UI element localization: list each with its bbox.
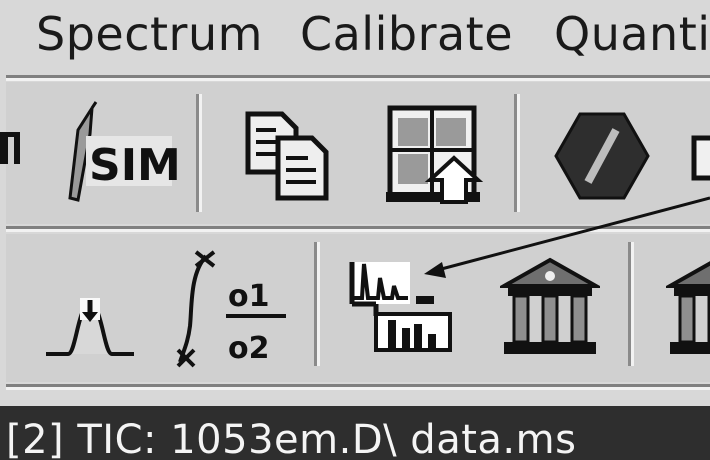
toolbar-top: SIM [0,82,710,224]
partial-icon[interactable] [0,122,30,182]
library-icon[interactable] [500,256,600,360]
stop-hexagon-icon[interactable] [552,108,652,204]
menu-spectrum[interactable]: Spectrum [36,8,263,60]
toolbar-divider [628,242,631,366]
toolbar-divider [514,94,517,212]
menu-bar: Spectrum Calibrate Quantif [0,0,710,74]
copy-icon[interactable] [242,108,338,204]
menu-calibrate[interactable]: Calibrate [300,8,513,60]
window-title-bar[interactable]: [2] TIC: 1053em.D\ data.ms [0,406,710,460]
menu-quantify[interactable]: Quantif [554,8,710,60]
toolbar-divider [196,94,199,212]
ratio-bottom-label: o2 [228,331,269,366]
chromatogram-spectrum-icon[interactable] [346,256,456,356]
grid-export-icon[interactable] [384,102,484,206]
toolbar-separator-highlight [6,387,710,390]
sim-pen-icon[interactable]: SIM [56,100,186,210]
library-icon[interactable] [666,256,710,360]
menu-separator-highlight [6,78,710,81]
toolbar-divider [314,242,317,366]
peak-down-arrow-icon[interactable] [42,294,138,364]
partial-icon[interactable] [690,134,710,184]
ratio-icon[interactable]: o1 o2 [166,246,296,376]
ratio-top-label: o1 [228,279,269,314]
toolbar-separator-highlight [6,229,710,232]
toolbar-bottom: o1 o2 [6,234,710,382]
window-title: [2] TIC: 1053em.D\ data.ms [6,417,577,460]
sim-label: SIM [89,140,181,191]
